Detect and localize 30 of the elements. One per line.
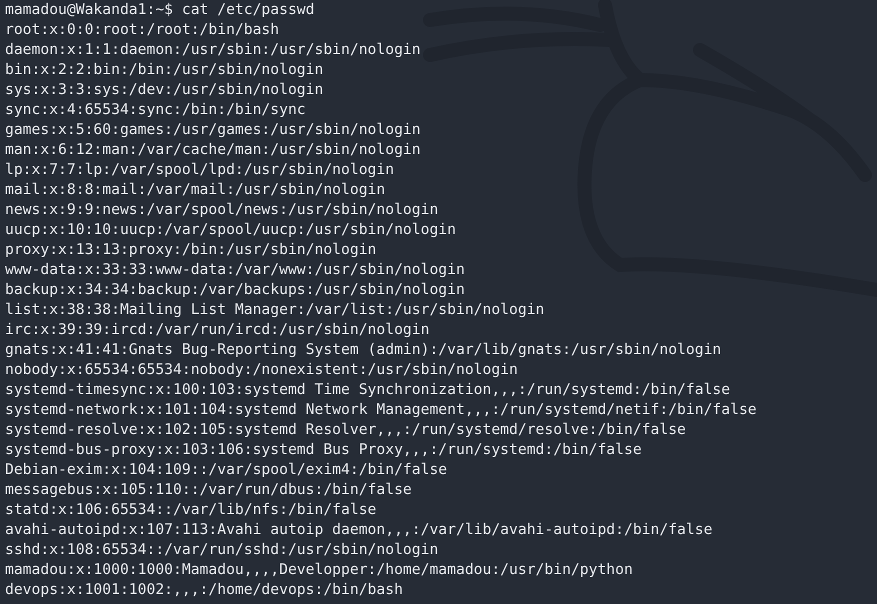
terminal-line: news:x:9:9:news:/var/spool/news:/usr/sbin/nologin: [5, 200, 438, 220]
terminal-line: bin:x:2:2:bin:/bin:/usr/sbin/nologin: [5, 60, 324, 80]
terminal-line: man:x:6:12:man:/var/cache/man:/usr/sbin/nologin: [5, 140, 421, 160]
terminal-line: mail:x:8:8:mail:/var/mail:/usr/sbin/nologin: [5, 180, 386, 200]
terminal-line: systemd-timesync:x:100:103:systemd Time Synchronization,,,:/run/systemd:/bin/false: [5, 380, 730, 400]
terminal-line: mamadou@Wakanda1:~$ cat /etc/passwd: [5, 0, 314, 20]
terminal-line: lp:x:7:7:lp:/var/spool/lpd:/usr/sbin/nologin: [5, 160, 394, 180]
terminal-line: Debian-exim:x:104:109::/var/spool/exim4:/bin/false: [5, 460, 448, 480]
terminal-line: nobody:x:65534:65534:nobody:/nonexistent:/usr/sbin/nologin: [5, 360, 518, 380]
terminal-line: sys:x:3:3:sys:/dev:/usr/sbin/nologin: [5, 80, 324, 100]
terminal-line: messagebus:x:105:110::/var/run/dbus:/bin/false: [5, 480, 412, 500]
terminal-line: root:x:0:0:root:/root:/bin/bash: [5, 20, 280, 40]
terminal-line: backup:x:34:34:backup:/var/backups:/usr/sbin/nologin: [5, 280, 465, 300]
terminal-line: mamadou:x:1000:1000:Mamadou,,,,Developper:/home/mamadou:/usr/bin/python: [5, 560, 633, 580]
terminal-line: avahi-autoipd:x:107:113:Avahi autoip daemon,,,:/var/lib/avahi-autoipd:/bin/false: [5, 520, 712, 540]
terminal-line: irc:x:39:39:ircd:/var/run/ircd:/usr/sbin/nologin: [5, 320, 430, 340]
terminal-line: daemon:x:1:1:daemon:/usr/sbin:/usr/sbin/nologin: [5, 40, 421, 60]
terminal-line: devops:x:1001:1002:,,,:/home/devops:/bin/bash: [5, 580, 403, 600]
terminal-line: www-data:x:33:33:www-data:/var/www:/usr/sbin/nologin: [5, 260, 465, 280]
terminal-line: systemd-resolve:x:102:105:systemd Resolver,,,:/run/systemd/resolve:/bin/false: [5, 420, 686, 440]
terminal-line: uucp:x:10:10:uucp:/var/spool/uucp:/usr/sbin/nologin: [5, 220, 456, 240]
terminal-line: gnats:x:41:41:Gnats Bug-Reporting System (admin):/var/lib/gnats:/usr/sbin/nologin: [5, 340, 722, 360]
terminal-line: sshd:x:108:65534::/var/run/sshd:/usr/sbin/nologin: [5, 540, 438, 560]
terminal-line: list:x:38:38:Mailing List Manager:/var/list:/usr/sbin/nologin: [5, 300, 544, 320]
terminal-line: games:x:5:60:games:/usr/games:/usr/sbin/nologin: [5, 120, 421, 140]
terminal-line: sync:x:4:65534:sync:/bin:/bin/sync: [5, 100, 306, 120]
terminal-line: proxy:x:13:13:proxy:/bin:/usr/sbin/nologin: [5, 240, 376, 260]
terminal-line: statd:x:106:65534::/var/lib/nfs:/bin/false: [5, 500, 376, 520]
terminal-line: systemd-network:x:101:104:systemd Network Management,,,:/run/systemd/netif:/bin/false: [5, 400, 757, 420]
terminal-line: systemd-bus-proxy:x:103:106:systemd Bus Proxy,,,:/run/systemd:/bin/false: [5, 440, 642, 460]
